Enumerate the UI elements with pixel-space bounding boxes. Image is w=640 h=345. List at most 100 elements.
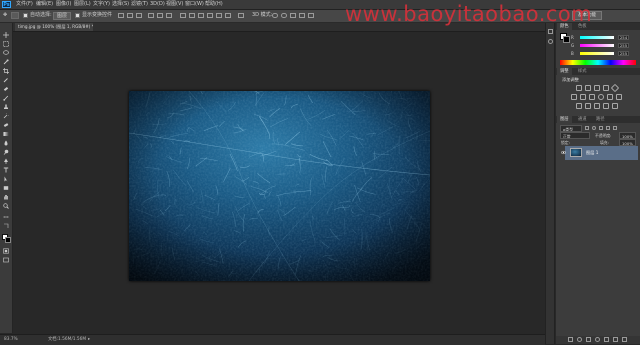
menu-window[interactable]: 窗口(W) [185,1,204,8]
menu-view[interactable]: 视图(V) [166,1,183,8]
lasso-tool-icon[interactable] [3,50,9,56]
screen-mode-icon[interactable] [3,257,9,263]
rectangle-tool-icon[interactable] [3,185,9,191]
selective-color-icon[interactable] [603,103,609,109]
dodge-tool-icon[interactable] [3,149,9,155]
menu-type[interactable]: 文字(Y) [93,1,110,8]
quick-selection-tool-icon[interactable] [3,59,9,65]
gradient-map-icon[interactable] [612,103,618,109]
3d-roll-icon[interactable] [281,13,287,18]
threshold-icon[interactable] [594,103,600,109]
quick-mask-icon[interactable] [3,248,9,254]
distribute-top-icon[interactable] [180,13,186,18]
opacity-field[interactable]: 100% [619,132,636,139]
panel-background-swatch[interactable] [563,36,570,43]
gradient-tool-icon[interactable] [3,131,9,137]
align-bottom-icon[interactable] [136,13,142,18]
color-spectrum-bar[interactable] [560,60,636,65]
brightness-contrast-icon[interactable] [576,85,582,91]
more-tools-icon[interactable] [3,214,9,220]
menu-help[interactable]: 帮助(H) [205,1,223,8]
blue-slider[interactable] [580,52,614,55]
blue-value-field[interactable]: 255 [618,51,629,56]
clone-stamp-tool-icon[interactable] [3,104,9,110]
swap-colors-icon[interactable] [3,223,9,229]
new-layer-icon[interactable] [613,337,618,342]
menu-image[interactable]: 图像(I) [56,1,71,8]
filter-type-icon[interactable] [599,126,603,130]
background-color-swatch[interactable] [5,237,11,243]
distribute-hcenter-icon[interactable] [216,13,222,18]
filter-pixel-icon[interactable] [585,126,589,130]
hue-saturation-icon[interactable] [571,94,577,100]
eyedropper-tool-icon[interactable] [3,77,9,83]
filter-adjustment-icon[interactable] [592,126,596,130]
3d-scale-icon[interactable] [308,13,314,18]
blur-tool-icon[interactable] [3,140,9,146]
exposure-icon[interactable] [603,85,609,91]
auto-select-dropdown[interactable]: 图层 [53,12,72,20]
zoom-tool-icon[interactable] [3,203,9,209]
black-white-icon[interactable] [589,94,595,100]
tab-adjustments[interactable]: 调整 [557,68,572,75]
align-right-icon[interactable] [166,13,172,18]
align-vcenter-icon[interactable] [127,13,133,18]
type-tool-icon[interactable] [3,167,9,173]
path-selection-tool-icon[interactable] [3,176,9,182]
marquee-tool-icon[interactable] [3,41,9,47]
new-adjustment-layer-icon[interactable] [595,337,600,342]
document-tab[interactable]: timg.jpg @ 100% (图层 1, RGB/8#) * [15,23,93,31]
menu-edit[interactable]: 编辑(E) [36,1,53,8]
filter-smart-object-icon[interactable] [613,126,617,130]
add-mask-icon[interactable] [586,337,591,342]
tab-channels[interactable]: 通道 [575,116,590,123]
color-balance-icon[interactable] [580,94,586,100]
layer-name[interactable]: 图层 1 [586,150,598,156]
filter-shape-icon[interactable] [606,126,610,130]
brush-tool-icon[interactable] [3,95,9,101]
3d-pan-icon[interactable] [290,13,296,18]
tab-styles[interactable]: 样式 [575,68,590,75]
distribute-bottom-icon[interactable] [198,13,204,18]
history-brush-tool-icon[interactable] [3,113,9,119]
3d-rotate-icon[interactable] [272,13,278,18]
layer-filter-kind-dropdown[interactable]: ρ类型 [560,125,582,132]
green-slider[interactable] [580,44,614,47]
properties-panel-icon[interactable] [548,39,553,44]
green-value-field[interactable]: 255 [618,43,629,48]
fill-field[interactable]: 100% [619,139,636,146]
distribute-left-icon[interactable] [207,13,213,18]
history-panel-icon[interactable] [548,29,553,34]
blend-mode-dropdown[interactable]: 正常 [560,132,590,139]
tool-preset-dropdown[interactable] [11,12,19,19]
auto-select-checkbox[interactable] [23,13,28,18]
layer-style-icon[interactable] [577,337,582,342]
move-tool-icon[interactable] [3,32,9,38]
layer-thumbnail[interactable] [570,148,582,157]
align-top-icon[interactable] [118,13,124,18]
delete-layer-icon[interactable] [622,337,627,342]
posterize-icon[interactable] [585,103,591,109]
menu-layer[interactable]: 图层(L) [74,1,91,8]
menu-file[interactable]: 文件(F) [16,1,33,8]
red-slider[interactable] [580,36,614,39]
3d-slide-icon[interactable] [299,13,305,18]
layer-visibility-eye-icon[interactable] [561,150,566,155]
distribute-right-icon[interactable] [225,13,231,18]
tab-layers[interactable]: 图层 [557,116,572,123]
curves-icon[interactable] [594,85,600,91]
link-layers-icon[interactable] [568,337,573,342]
eraser-tool-icon[interactable] [3,122,9,128]
align-left-icon[interactable] [148,13,154,18]
menu-3d[interactable]: 3D(D) [150,1,165,8]
new-group-icon[interactable] [604,337,609,342]
hand-tool-icon[interactable] [3,194,9,200]
invert-icon[interactable] [576,103,582,109]
transform-controls-checkbox[interactable] [75,13,80,18]
menu-select[interactable]: 选择(S) [112,1,129,8]
healing-brush-tool-icon[interactable] [3,86,9,92]
red-value-field[interactable]: 254 [618,35,629,40]
distribute-vcenter-icon[interactable] [189,13,195,18]
align-hcenter-icon[interactable] [157,13,163,18]
color-lookup-icon[interactable] [616,94,622,100]
